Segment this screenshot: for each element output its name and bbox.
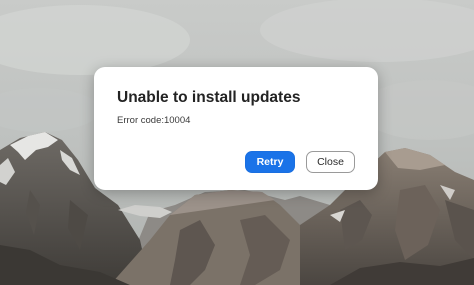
- error-code-message: Error code:10004: [117, 115, 191, 126]
- dialog-title: Unable to install updates: [117, 89, 301, 106]
- error-dialog: Unable to install updates Error code:100…: [94, 67, 378, 190]
- close-button[interactable]: Close: [306, 151, 355, 173]
- retry-button[interactable]: Retry: [245, 151, 295, 173]
